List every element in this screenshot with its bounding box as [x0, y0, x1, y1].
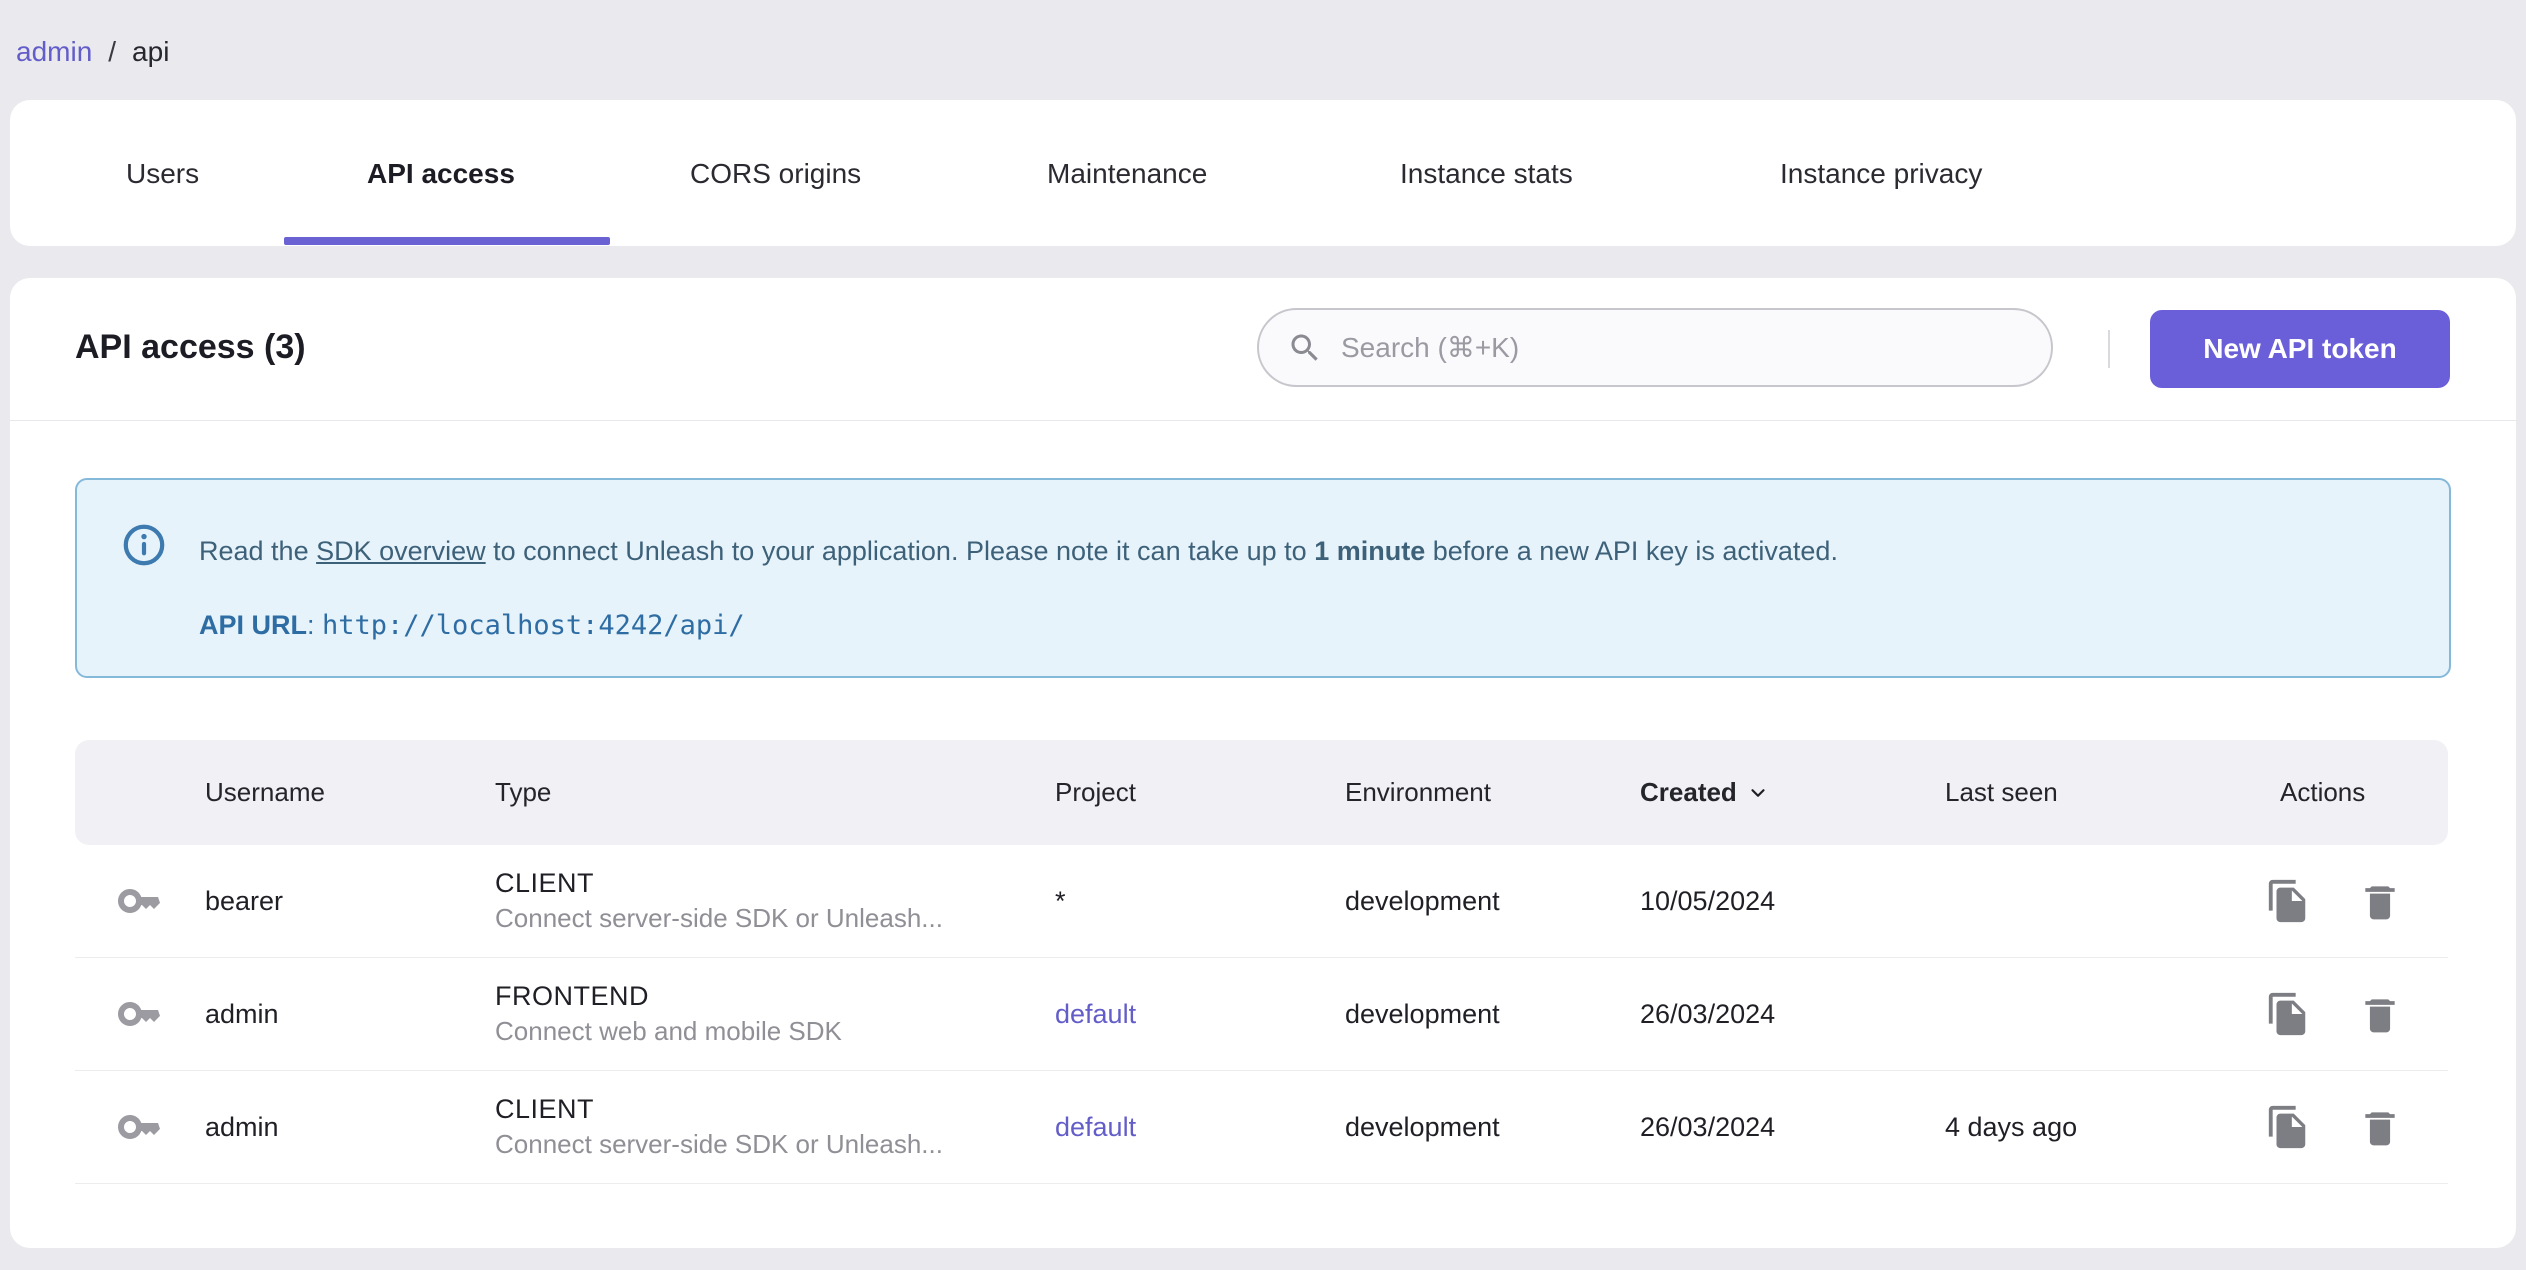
column-header-environment[interactable]: Environment	[1345, 777, 1640, 808]
key-icon	[75, 990, 205, 1038]
last-seen-cell: 4 days ago	[1945, 1111, 2078, 1142]
tab-instance-privacy[interactable]: Instance privacy	[1780, 156, 1982, 192]
actions-cell	[2250, 1101, 2448, 1153]
banner-text-suffix: before a new API key is activated.	[1425, 536, 1838, 566]
username-cell: admin	[205, 1111, 279, 1142]
copy-icon	[2265, 878, 2311, 924]
table-row: bearer CLIENT Connect server-side SDK or…	[75, 845, 2448, 958]
breadcrumb-admin[interactable]: admin	[16, 36, 92, 68]
copy-token-button[interactable]	[2262, 988, 2314, 1040]
token-type: FRONTEND	[495, 981, 649, 1011]
banner-text-mid: to connect Unleash to your application. …	[485, 536, 1315, 566]
search-icon	[1287, 330, 1323, 366]
tab-api-access[interactable]: API access	[367, 156, 515, 192]
project-cell-value[interactable]: default	[1055, 999, 1345, 1030]
search-box[interactable]	[1257, 308, 2053, 387]
column-header-last-seen[interactable]: Last seen	[1945, 777, 2250, 808]
environment-cell: development	[1345, 1111, 1500, 1142]
copy-icon	[2265, 991, 2311, 1037]
column-header-actions: Actions	[2280, 777, 2366, 807]
type-cell: CLIENT Connect server-side SDK or Unleas…	[495, 1094, 1055, 1160]
table-row: admin FRONTEND Connect web and mobile SD…	[75, 958, 2448, 1071]
banner-text-prefix: Read the	[199, 536, 317, 566]
project-cell-value[interactable]: default	[1055, 1112, 1345, 1143]
trash-icon	[2358, 879, 2402, 923]
column-header-created-label: Created	[1640, 777, 1737, 807]
copy-token-button[interactable]	[2262, 875, 2314, 927]
actions-cell	[2250, 988, 2448, 1040]
copy-icon	[2265, 1104, 2311, 1150]
environment-cell: development	[1345, 998, 1500, 1029]
project-cell-value: *	[1055, 885, 1066, 916]
trash-icon	[2358, 992, 2402, 1036]
key-icon	[75, 877, 205, 925]
delete-token-button[interactable]	[2354, 988, 2406, 1040]
tab-users[interactable]: Users	[126, 156, 199, 192]
column-header-project[interactable]: Project	[1055, 777, 1345, 808]
breadcrumb: admin / api	[16, 36, 169, 68]
api-tokens-table: Username Type Project Environment Create…	[75, 740, 2448, 1184]
search-input[interactable]	[1341, 331, 2023, 364]
created-cell: 26/03/2024	[1640, 998, 1776, 1029]
tab-cors-origins[interactable]: CORS origins	[690, 156, 861, 192]
token-type-description: Connect server-side SDK or Unleash...	[495, 1129, 943, 1159]
api-url-label: API URL	[199, 610, 307, 640]
column-header-type[interactable]: Type	[495, 777, 1055, 808]
username-cell: bearer	[205, 885, 284, 916]
api-access-panel: API access (3) New API token Read the SD…	[10, 278, 2516, 1248]
breadcrumb-separator: /	[108, 36, 117, 67]
delete-token-button[interactable]	[2354, 1101, 2406, 1153]
environment-cell: development	[1345, 885, 1500, 916]
actions-cell	[2250, 875, 2448, 927]
created-cell: 26/03/2024	[1640, 1111, 1776, 1142]
info-banner: Read the SDK overview to connect Unleash…	[75, 478, 2451, 678]
page-title: API access (3)	[75, 328, 306, 366]
api-url-colon: :	[307, 610, 323, 640]
api-url-value: http://localhost:4242/api/	[322, 610, 745, 641]
api-url-line: API URL: http://localhost:4242/api/	[199, 610, 745, 641]
info-icon	[121, 522, 167, 573]
table-body: bearer CLIENT Connect server-side SDK or…	[75, 845, 2448, 1184]
table-header-row: Username Type Project Environment Create…	[75, 740, 2448, 845]
new-api-token-button[interactable]: New API token	[2150, 310, 2450, 388]
tab-bar: Users API access CORS origins Maintenanc…	[10, 100, 2516, 246]
sdk-overview-link[interactable]: SDK overview	[316, 536, 486, 566]
tab-instance-stats[interactable]: Instance stats	[1400, 156, 1573, 192]
column-header-created[interactable]: Created	[1640, 777, 1945, 808]
column-header-username[interactable]: Username	[205, 777, 495, 808]
username-cell: admin	[205, 998, 279, 1029]
key-icon	[75, 1103, 205, 1151]
header-vertical-divider	[2108, 330, 2110, 368]
banner-bold-text: 1 minute	[1314, 536, 1426, 566]
delete-token-button[interactable]	[2354, 875, 2406, 927]
created-cell: 10/05/2024	[1640, 885, 1776, 916]
token-type-description: Connect server-side SDK or Unleash...	[495, 903, 943, 933]
token-type: CLIENT	[495, 1094, 595, 1124]
table-row: admin CLIENT Connect server-side SDK or …	[75, 1071, 2448, 1184]
breadcrumb-api: api	[132, 36, 170, 67]
type-cell: FRONTEND Connect web and mobile SDK	[495, 981, 1055, 1047]
token-type-description: Connect web and mobile SDK	[495, 1016, 842, 1046]
active-tab-indicator	[284, 237, 610, 245]
type-cell: CLIENT Connect server-side SDK or Unleas…	[495, 868, 1055, 934]
chevron-down-icon	[1747, 782, 1769, 804]
banner-message: Read the SDK overview to connect Unleash…	[199, 532, 1838, 570]
header-divider	[10, 420, 2516, 421]
trash-icon	[2358, 1105, 2402, 1149]
copy-token-button[interactable]	[2262, 1101, 2314, 1153]
tab-maintenance[interactable]: Maintenance	[1047, 156, 1207, 192]
token-type: CLIENT	[495, 868, 595, 898]
